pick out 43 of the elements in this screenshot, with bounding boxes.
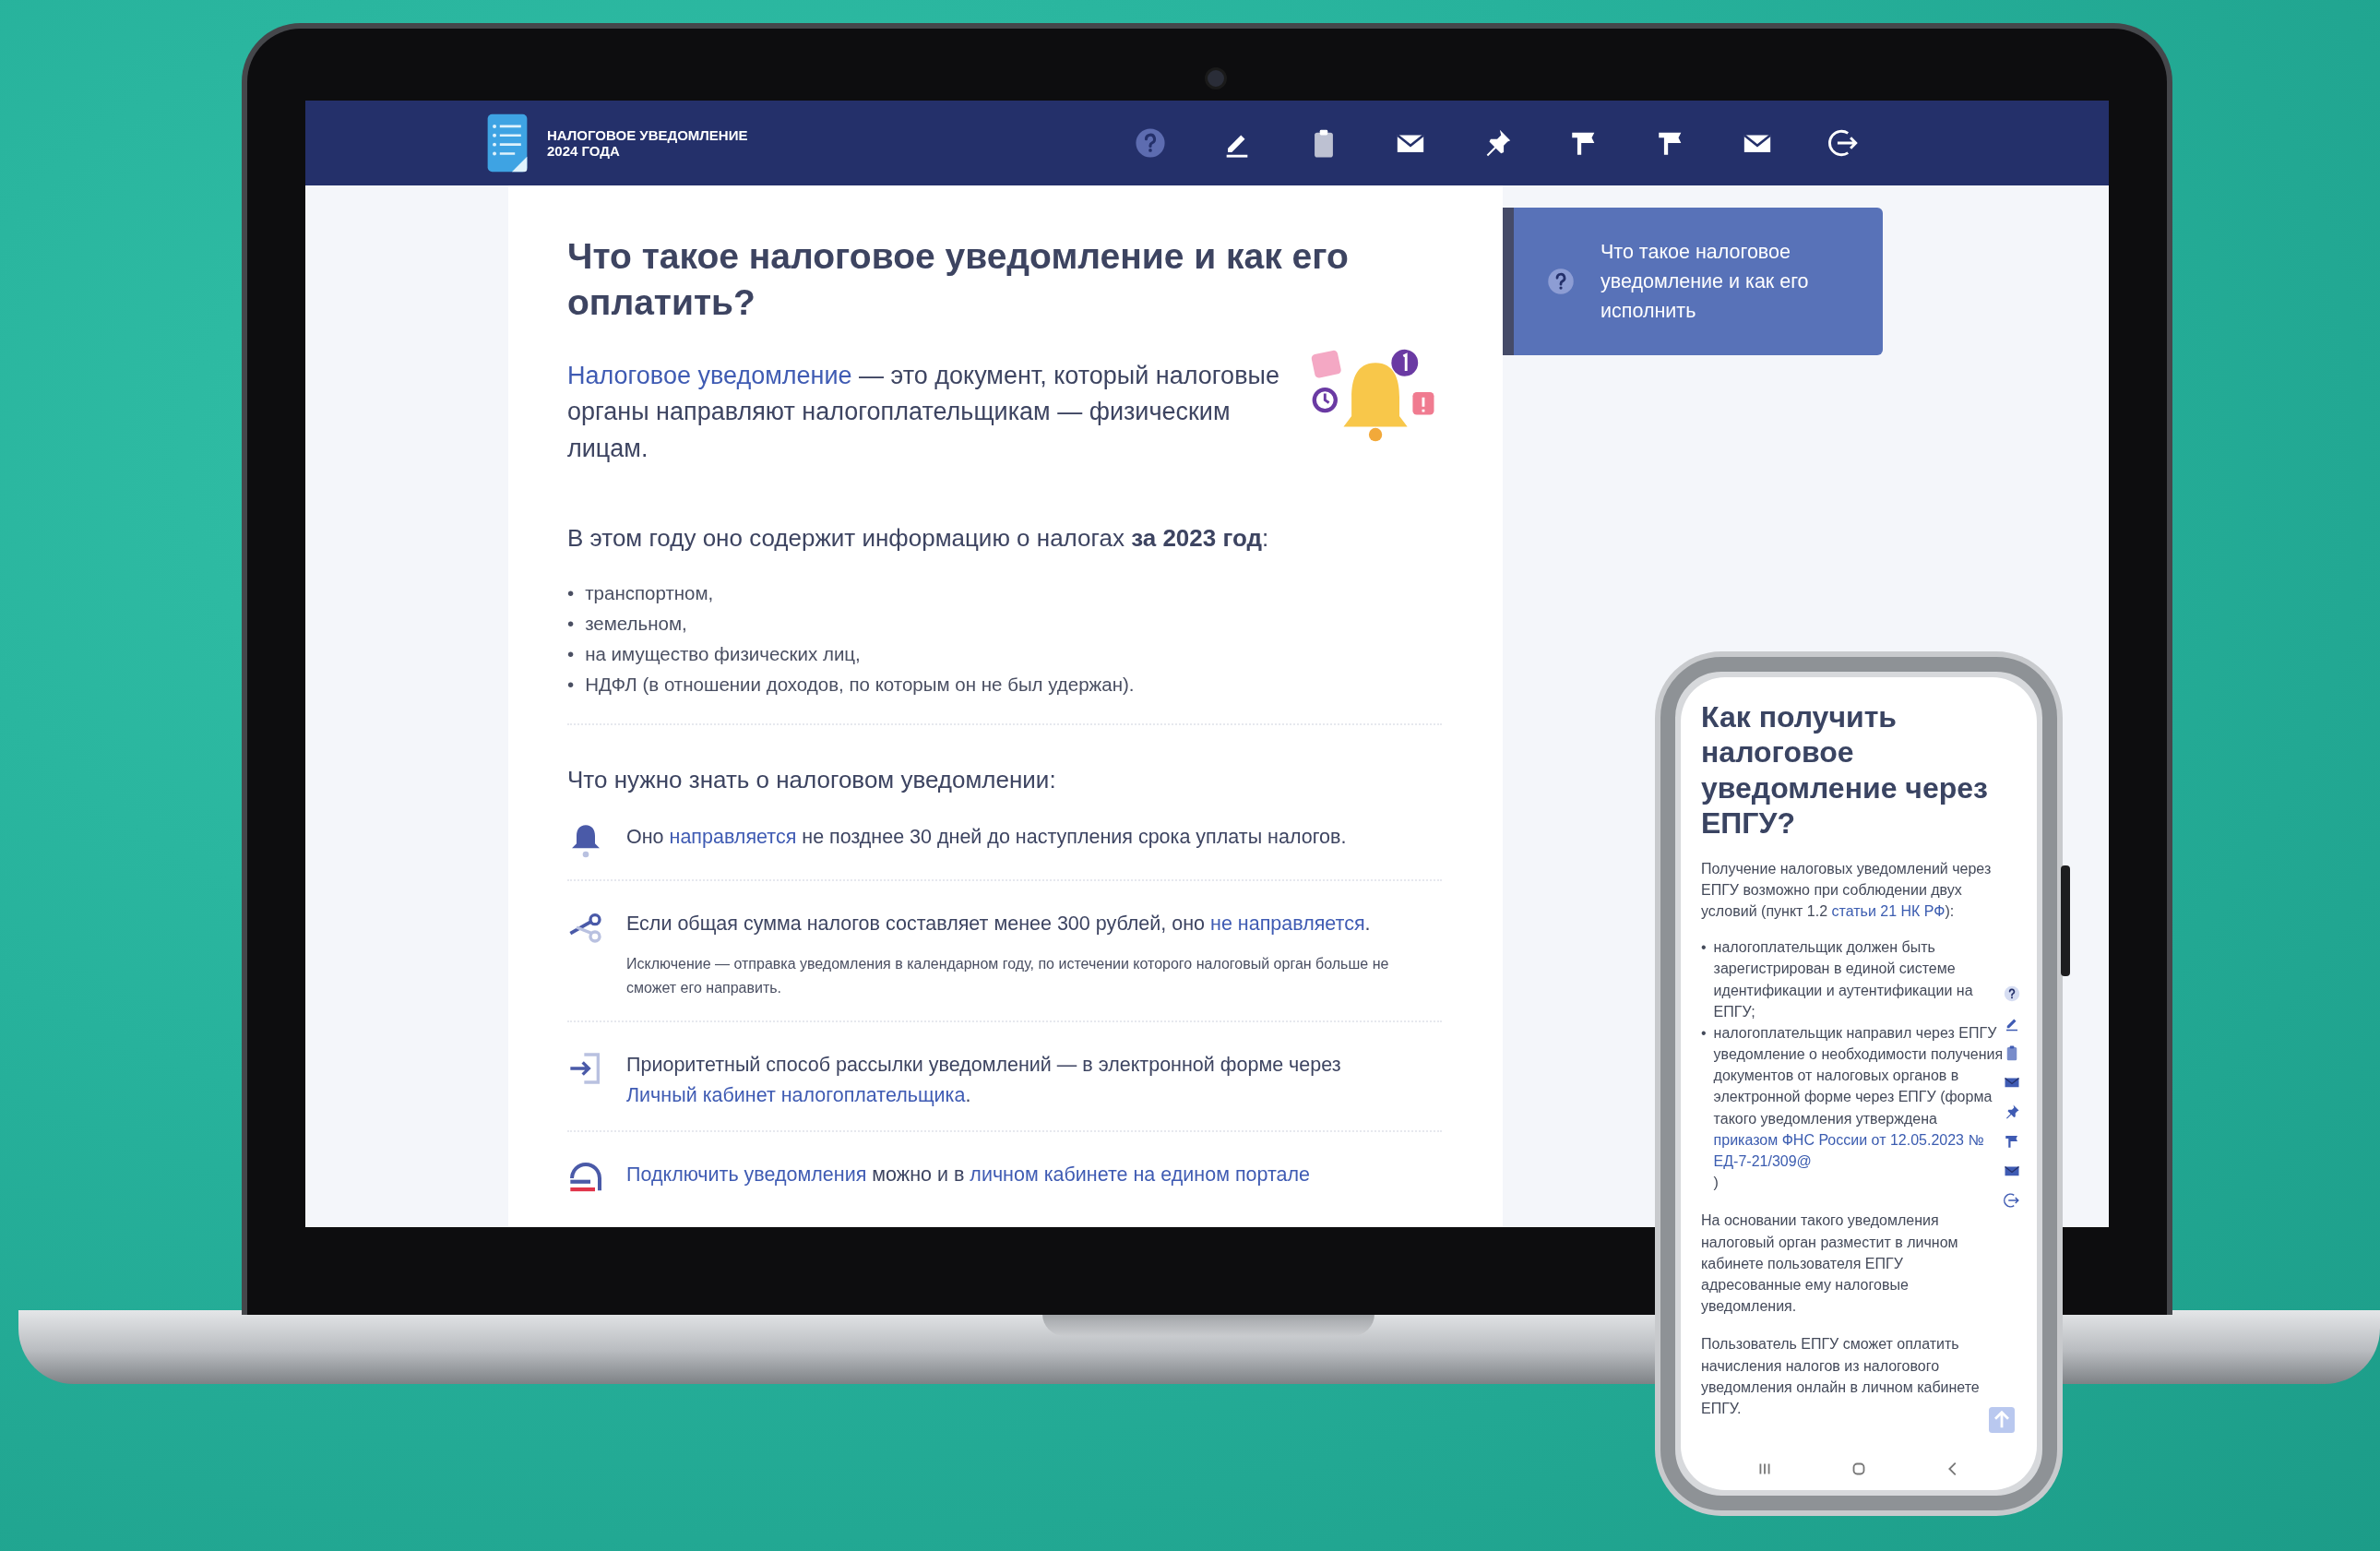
document-logo-icon[interactable]: [486, 113, 529, 173]
bullet: •: [567, 641, 575, 666]
link[interactable]: Личный кабинет налогоплательщика: [626, 1083, 966, 1106]
phone-paragraph: На основании такого уведомления налоговый орган разместит в личном кабинете пользователя ЕПГУ адресованные ему налоговые уведомления.: [1701, 1211, 1959, 1317]
tax-list-item: транспортном,: [585, 581, 714, 606]
link[interactable]: статьи 21 НК РФ: [1831, 902, 1946, 919]
sidebar-card-text: Что такое налоговое уведомление и как его исполнить: [1601, 239, 1810, 325]
bullet: •: [1701, 1023, 1707, 1043]
tax-list-item: НДФЛ (в отношении доходов, по которым он не был удержан).: [585, 672, 1135, 697]
fact-text: Подключить уведомления можно и в личном кабинете на едином портале: [626, 1162, 1312, 1187]
link[interactable]: личном кабинете на едином портале: [970, 1163, 1311, 1186]
year-text: В этом году оно содержит информацию о налогах за 2023 год:: [567, 524, 1270, 554]
link[interactable]: Налоговое уведомление: [567, 362, 852, 390]
fact-text: Приоритетный способ рассылки уведомлений — в электронной форме через Личный кабинет налогоплательщика.: [626, 1053, 1342, 1108]
help-icon[interactable]: [2004, 985, 2020, 1002]
tax-list-item: на имущество физических лиц,: [585, 641, 861, 666]
note-text: Исключение — отправка уведомления в календарном году, по истечении которого налоговый орган больше не сможет его направить.: [626, 954, 1390, 998]
bullet: •: [567, 672, 575, 697]
phone-title: Как получить налоговое уведомление через ЕПГУ?: [1701, 699, 1989, 841]
exit-icon[interactable]: [2004, 1192, 2020, 1209]
pushpin-icon[interactable]: [2004, 1104, 2020, 1120]
article-title: Что такое налоговое уведомление и как его оплатить?: [567, 235, 1350, 324]
bullet: •: [1701, 938, 1707, 958]
phone-paragraph: Получение налоговых уведомлений через ЕПГУ возможно при соблюдении двух условий (пункт 1.2 статьи 21 НК РФ):: [1701, 859, 1993, 921]
tax-list-item: земельном,: [585, 612, 687, 637]
section-title: Что нужно знать о налоговом уведомлении:: [567, 766, 1057, 795]
link[interactable]: направляется: [669, 826, 797, 849]
flag-icon[interactable]: [2004, 1133, 2020, 1150]
link[interactable]: приказом ФНС России от 12.05.2023 № ЕД-7-21/309@: [1713, 1128, 2004, 1173]
phone-list-item: налогоплательщик должен быть зарегистрирован в единой системе идентификации и аутентификации на ЕПГУ;: [1713, 938, 1974, 1021]
fact-text: Если общая сумма налогов составляет менее 300 рублей, оно не направляется.: [626, 912, 1372, 937]
sidebar-card[interactable]: Что такое налоговое уведомление и как его исполнить: [1503, 208, 1883, 355]
logo-text[interactable]: НАЛОГОВОЕ УВЕДОМЛЕНИЕ 2024 ГОДА: [547, 126, 748, 160]
help-icon: [1547, 268, 1575, 295]
link[interactable]: не направляется: [1210, 913, 1365, 936]
fact-text: Оно направляется не позднее 30 дней до наступления срока уплаты налогов.: [626, 825, 1348, 851]
phone-paragraph: Пользователь ЕПГУ сможет оплатить начисления налогов из налогового уведомления онлайн в личном кабинете ЕПГУ.: [1701, 1335, 1981, 1418]
bullet: •: [567, 612, 575, 637]
camera-dot: [1205, 67, 1227, 89]
phone-list-item: налогоплательщик направил через ЕПГУ уведомление о необходимости получения документов от налоговых органов в электронной форме через ЕПГУ (форма такого уведомления утверждена приказом ФНС России от 12.05.2023 № ЕД-7-21/309@ ): [1713, 1023, 2004, 1193]
intro-text: Налоговое уведомление — это документ, который налоговые органы направляют налогоплательщикам — физическим лицам.: [567, 361, 1280, 464]
bullet: •: [567, 581, 575, 606]
link[interactable]: Подключить уведомления: [626, 1163, 867, 1186]
